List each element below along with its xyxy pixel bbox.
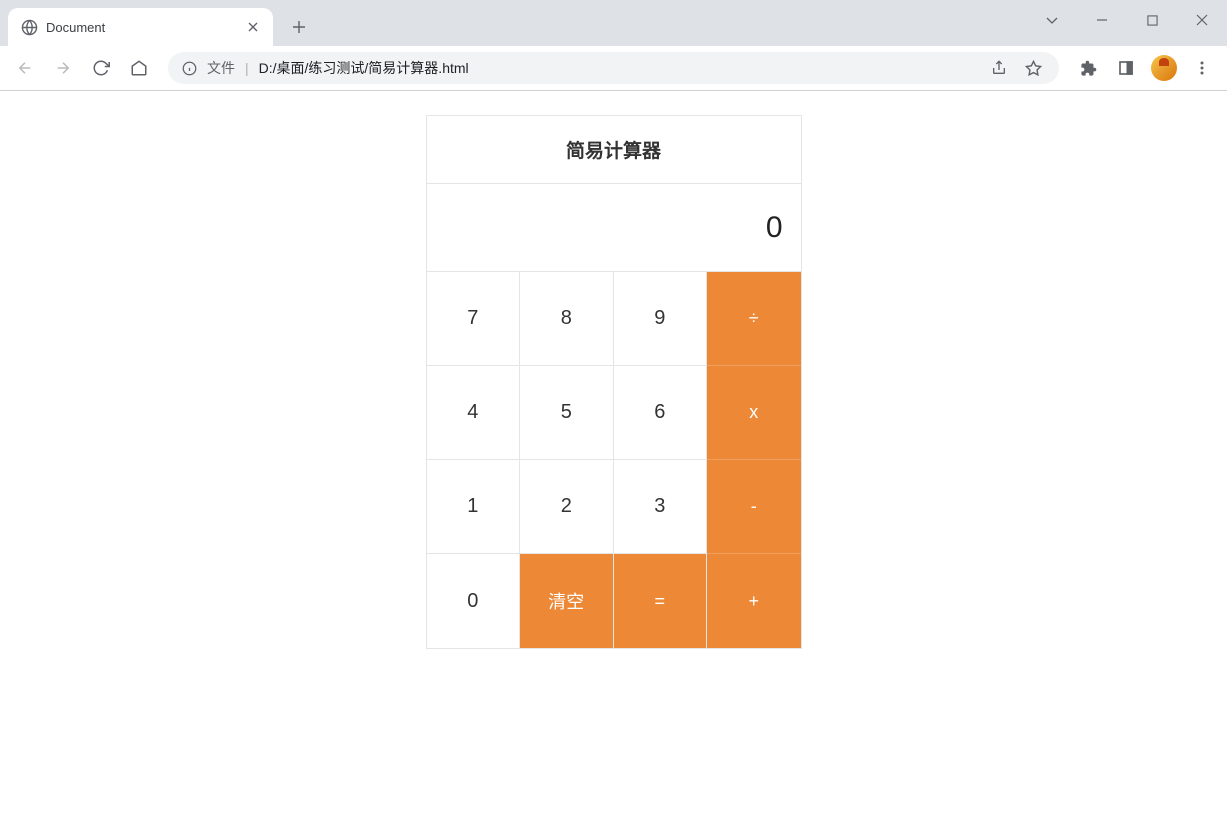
address-url: D:/桌面/练习测试/简易计算器.html <box>259 58 977 78</box>
panel-icon[interactable] <box>1109 51 1143 85</box>
window-controls <box>1027 0 1227 40</box>
extensions-icon[interactable] <box>1071 51 1105 85</box>
minimize-button[interactable] <box>1077 0 1127 40</box>
share-icon[interactable] <box>987 60 1011 76</box>
close-window-button[interactable] <box>1177 0 1227 40</box>
avatar[interactable] <box>1151 55 1177 81</box>
equals-button[interactable]: = <box>614 554 708 648</box>
add-button[interactable]: + <box>707 554 801 648</box>
digit-9-button[interactable]: 9 <box>614 272 708 366</box>
browser-chrome: Document <box>0 0 1227 91</box>
calculator-title: 简易计算器 <box>427 116 801 184</box>
home-button[interactable] <box>122 51 156 85</box>
toolbar: 文件 | D:/桌面/练习测试/简易计算器.html <box>0 46 1227 90</box>
star-icon[interactable] <box>1021 60 1045 77</box>
calculator-keypad: 7 8 9 ÷ 4 5 6 x 1 2 3 - 0 清空 = + <box>427 272 801 648</box>
digit-5-button[interactable]: 5 <box>520 366 614 460</box>
calculator: 简易计算器 0 7 8 9 ÷ 4 5 6 x 1 2 3 - 0 清空 = + <box>426 115 802 649</box>
maximize-button[interactable] <box>1127 0 1177 40</box>
back-button[interactable] <box>8 51 42 85</box>
digit-2-button[interactable]: 2 <box>520 460 614 554</box>
address-separator: | <box>245 60 249 76</box>
digit-7-button[interactable]: 7 <box>427 272 521 366</box>
tab-bar: Document <box>0 0 1227 46</box>
digit-0-button[interactable]: 0 <box>427 554 521 648</box>
tab-title: Document <box>46 20 245 35</box>
divide-button[interactable]: ÷ <box>707 272 801 366</box>
calculator-display: 0 <box>427 184 801 272</box>
chevron-down-icon[interactable] <box>1027 0 1077 40</box>
digit-1-button[interactable]: 1 <box>427 460 521 554</box>
address-bar[interactable]: 文件 | D:/桌面/练习测试/简易计算器.html <box>168 52 1059 84</box>
clear-button[interactable]: 清空 <box>520 554 614 648</box>
page-content: 简易计算器 0 7 8 9 ÷ 4 5 6 x 1 2 3 - 0 清空 = + <box>0 91 1227 649</box>
close-icon[interactable] <box>245 19 261 35</box>
digit-6-button[interactable]: 6 <box>614 366 708 460</box>
subtract-button[interactable]: - <box>707 460 801 554</box>
globe-icon <box>20 18 38 36</box>
multiply-button[interactable]: x <box>707 366 801 460</box>
new-tab-button[interactable] <box>285 13 313 41</box>
menu-icon[interactable] <box>1185 51 1219 85</box>
digit-8-button[interactable]: 8 <box>520 272 614 366</box>
address-label: 文件 <box>207 58 235 78</box>
digit-4-button[interactable]: 4 <box>427 366 521 460</box>
reload-button[interactable] <box>84 51 118 85</box>
forward-button[interactable] <box>46 51 80 85</box>
info-icon[interactable] <box>182 61 197 76</box>
digit-3-button[interactable]: 3 <box>614 460 708 554</box>
browser-tab[interactable]: Document <box>8 8 273 46</box>
